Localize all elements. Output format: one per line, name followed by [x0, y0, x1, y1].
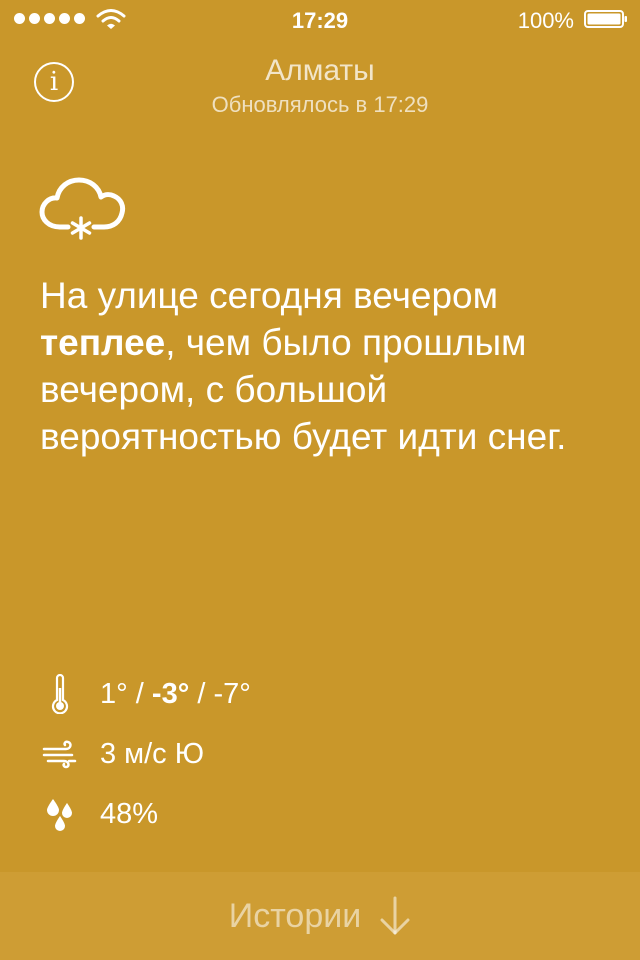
- temp-low: -7°: [213, 677, 251, 710]
- cloud-snow-icon: [39, 177, 126, 240]
- battery-percentage: 100%: [517, 8, 574, 33]
- temp-separator: /: [189, 677, 214, 710]
- water-drops-icon: [47, 799, 72, 831]
- wind-row: 3 м/с Ю: [40, 734, 204, 774]
- stories-button[interactable]: Истории: [0, 872, 640, 960]
- temperature-row: 1° / -3° / -7°: [40, 674, 251, 714]
- wind-icon: [42, 740, 77, 769]
- humidity-row: 48%: [40, 794, 158, 834]
- temp-current: -3°: [151, 677, 190, 710]
- battery-icon: [584, 10, 627, 28]
- city-name: Алматы: [265, 54, 375, 87]
- temperature-values: 1° / -3° / -7°: [100, 678, 251, 711]
- updated-time: Обновлялось в 17:29: [211, 92, 429, 117]
- summary-highlight: теплее: [40, 322, 166, 363]
- wind-value: 3 м/с Ю: [100, 737, 205, 770]
- temp-high: 1°: [100, 677, 128, 710]
- summary-text-start: На улице сегодня вечером: [40, 275, 499, 316]
- status-bar: 17:29 100%: [0, 0, 640, 40]
- arrow-down-icon: [380, 896, 410, 935]
- weather-summary: На улице сегодня вечером теплее, чем был…: [40, 272, 600, 460]
- stories-label: Истории: [228, 896, 362, 935]
- temp-separator: /: [127, 677, 152, 710]
- thermometer-icon: [51, 674, 69, 714]
- humidity-value: 48%: [100, 797, 159, 830]
